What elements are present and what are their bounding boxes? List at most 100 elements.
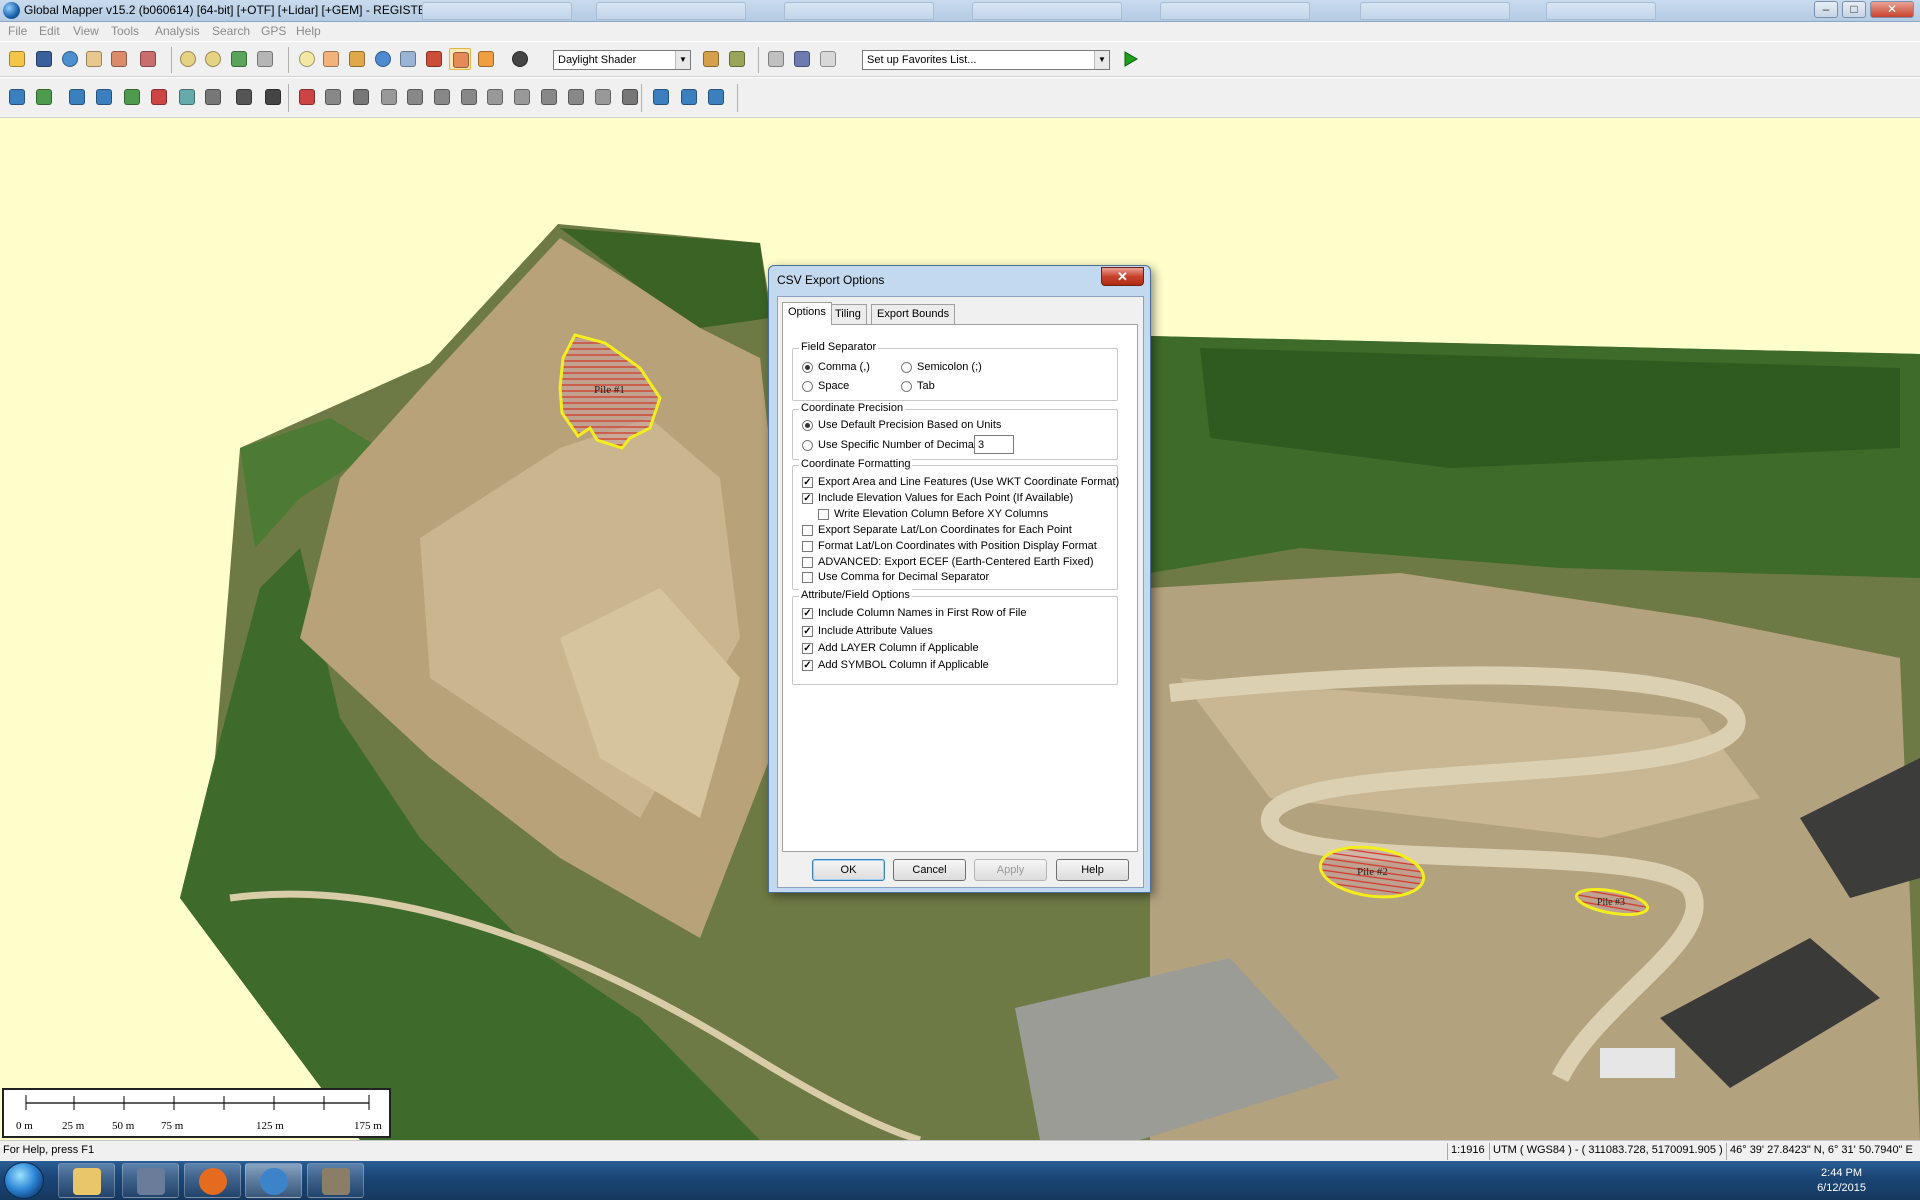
background-browser-tab[interactable]	[596, 2, 746, 20]
background-browser-tab[interactable]	[972, 2, 1122, 20]
close-window-button[interactable]: ✕	[1870, 1, 1914, 18]
digitizer-tool-icon[interactable]	[511, 86, 533, 108]
specific-digits-radio[interactable]	[802, 440, 813, 451]
digitizer-tool-icon[interactable]	[322, 86, 344, 108]
digitizer-tool-icon[interactable]	[431, 86, 453, 108]
attribute-values-checkbox[interactable]: ✓	[802, 626, 813, 637]
measure-tool-icon[interactable]	[346, 48, 368, 70]
comma-radio[interactable]	[802, 362, 813, 373]
tab-radio[interactable]	[901, 381, 912, 392]
play-icon[interactable]	[1119, 48, 1141, 70]
home-icon[interactable]	[254, 48, 276, 70]
digitizer-tool-icon[interactable]	[176, 86, 198, 108]
digitizer-tool-icon[interactable]	[33, 86, 55, 108]
apply-button[interactable]: Apply	[974, 859, 1047, 881]
ok-button[interactable]: OK	[812, 859, 885, 881]
feature-info-icon[interactable]	[372, 48, 394, 70]
digitizer-tool-icon[interactable]	[484, 86, 506, 108]
zoom-in-icon[interactable]	[177, 48, 199, 70]
digitizer-tool-icon[interactable]	[619, 86, 641, 108]
background-browser-tab[interactable]	[1360, 2, 1510, 20]
digitizer-tool-icon[interactable]	[705, 86, 727, 108]
path-profile-icon[interactable]	[397, 48, 419, 70]
binoculars-icon[interactable]	[509, 48, 531, 70]
digitizer-tool-icon[interactable]	[650, 86, 672, 108]
digitizer-tool-icon[interactable]	[6, 86, 28, 108]
save-icon[interactable]	[33, 48, 55, 70]
menu-gps[interactable]: GPS	[261, 24, 286, 38]
tab-options[interactable]: Options	[782, 302, 832, 325]
dialog-close-button[interactable]: ✕	[1101, 267, 1144, 286]
menu-analysis[interactable]: Analysis	[155, 24, 200, 38]
semicolon-radio[interactable]	[901, 362, 912, 373]
digitizer-tool-icon[interactable]	[404, 86, 426, 108]
shader-options-icon[interactable]	[700, 48, 722, 70]
format-latlon-checkbox[interactable]	[802, 541, 813, 552]
grid-lines-icon[interactable]	[817, 48, 839, 70]
menu-view[interactable]: View	[73, 24, 99, 38]
system-clock[interactable]: 2:44 PM 6/12/2015	[1817, 1166, 1866, 1196]
digitizer-tool-icon[interactable]	[378, 86, 400, 108]
digitizer-tool-icon[interactable]	[458, 86, 480, 108]
explorer-taskbar-button[interactable]	[58, 1163, 115, 1198]
gimp-taskbar-button[interactable]	[307, 1163, 364, 1198]
tab-tiling[interactable]: Tiling	[829, 304, 867, 324]
menu-file[interactable]: File	[8, 24, 27, 38]
capture-screen-icon[interactable]	[791, 48, 813, 70]
zoom-out-icon[interactable]	[202, 48, 224, 70]
digitizer-tool-icon[interactable]	[538, 86, 560, 108]
menu-edit[interactable]: Edit	[39, 24, 60, 38]
tab-export-bounds[interactable]: Export Bounds	[871, 304, 956, 324]
export-ecef-checkbox[interactable]	[802, 557, 813, 568]
digitizer-tool-icon[interactable]	[121, 86, 143, 108]
open-folder-icon[interactable]	[6, 48, 28, 70]
minimize-button[interactable]: –	[1814, 1, 1838, 18]
cancel-button[interactable]: Cancel	[893, 859, 966, 881]
3d-view-icon[interactable]	[726, 48, 748, 70]
separate-latlon-checkbox[interactable]	[802, 525, 813, 536]
maximize-button[interactable]: □	[1842, 1, 1866, 18]
view-shed-icon[interactable]	[423, 48, 445, 70]
digitizer-tool-icon[interactable]	[350, 86, 372, 108]
background-browser-tab[interactable]	[1160, 2, 1310, 20]
globe-icon[interactable]	[59, 48, 81, 70]
background-browser-tab[interactable]	[422, 2, 572, 20]
comma-decimal-checkbox[interactable]	[802, 572, 813, 583]
include-elevation-checkbox[interactable]: ✓	[802, 493, 813, 504]
firefox-taskbar-button[interactable]	[184, 1163, 241, 1198]
zoom-tool-icon[interactable]	[296, 48, 318, 70]
zoom-full-icon[interactable]	[228, 48, 250, 70]
digitizer-tool-icon[interactable]	[678, 86, 700, 108]
write-elevation-first-checkbox[interactable]	[818, 509, 829, 520]
digitizer-tool-icon[interactable]	[296, 86, 318, 108]
start-button[interactable]	[4, 1162, 44, 1199]
default-precision-radio[interactable]	[802, 420, 813, 431]
digitizer-tool-icon[interactable]	[262, 86, 284, 108]
menu-search[interactable]: Search	[212, 24, 250, 38]
digitizer-tool-icon[interactable]	[93, 86, 115, 108]
background-browser-tab[interactable]	[784, 2, 934, 20]
symbol-column-checkbox[interactable]: ✓	[802, 660, 813, 671]
media-taskbar-button[interactable]	[122, 1163, 179, 1198]
layers-icon[interactable]	[83, 48, 105, 70]
column-names-checkbox[interactable]: ✓	[802, 608, 813, 619]
decimal-digits-input[interactable]	[974, 435, 1014, 454]
digitizer-tool-icon[interactable]	[565, 86, 587, 108]
favorites-select[interactable]: Set up Favorites List... ▼	[862, 50, 1110, 70]
3d-path-icon[interactable]	[475, 48, 497, 70]
export-area-line-checkbox[interactable]: ✓	[802, 477, 813, 488]
space-radio[interactable]	[802, 381, 813, 392]
digitizer-tool-icon[interactable]	[233, 86, 255, 108]
pan-hand-icon[interactable]	[320, 48, 342, 70]
config-tools-icon[interactable]	[137, 48, 159, 70]
digitizer-tool-icon[interactable]	[66, 86, 88, 108]
menu-help[interactable]: Help	[296, 24, 321, 38]
help-button[interactable]: Help	[1056, 859, 1129, 881]
north-arrow-icon[interactable]	[765, 48, 787, 70]
overlay-control-icon[interactable]	[108, 48, 130, 70]
global-mapper-taskbar-button[interactable]	[245, 1163, 302, 1198]
digitizer-icon[interactable]	[449, 48, 471, 70]
digitizer-tool-icon[interactable]	[148, 86, 170, 108]
digitizer-tool-icon[interactable]	[592, 86, 614, 108]
layer-column-checkbox[interactable]: ✓	[802, 643, 813, 654]
